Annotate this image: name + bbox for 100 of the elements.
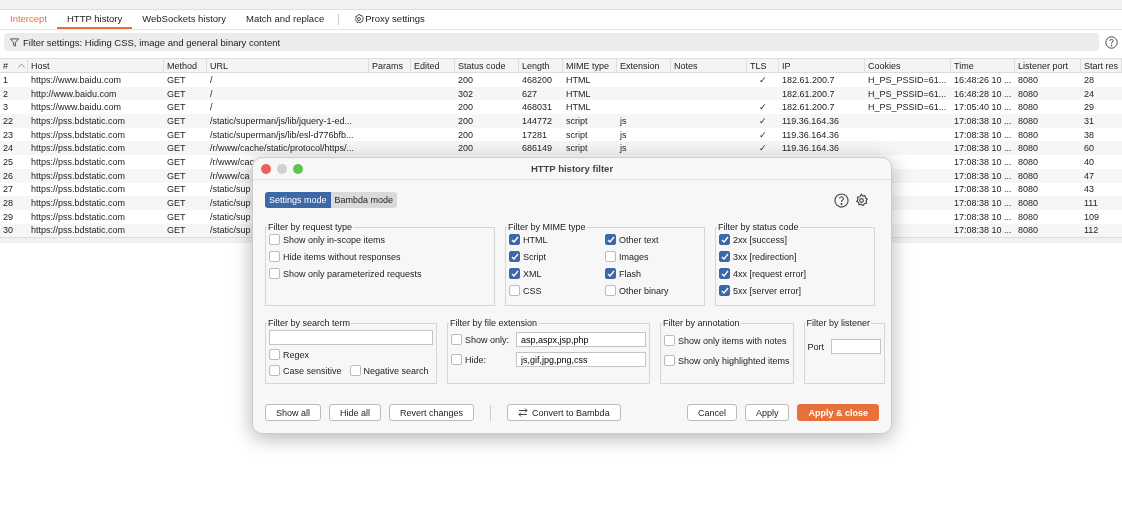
- mode-tab[interactable]: Bambda mode: [330, 192, 398, 208]
- checkbox[interactable]: [719, 234, 730, 245]
- table-cell: 8080: [1018, 74, 1039, 85]
- table-cell: 302: [458, 88, 474, 99]
- checkbox[interactable]: [451, 354, 462, 365]
- column-header[interactable]: IP: [779, 59, 865, 72]
- table-cell: GET: [167, 184, 186, 195]
- convert-button[interactable]: Convert to Bambda: [507, 404, 621, 421]
- column-header[interactable]: Time: [951, 59, 1015, 72]
- search-field[interactable]: [269, 330, 433, 345]
- help-icon[interactable]: [1105, 35, 1118, 49]
- table-cell: 8080: [1018, 102, 1039, 113]
- column-header[interactable]: Params: [369, 59, 411, 72]
- dialog-button[interactable]: Apply: [744, 404, 790, 421]
- column-header[interactable]: Extension: [617, 59, 671, 72]
- settings-icon[interactable]: [353, 12, 366, 25]
- port-field[interactable]: [831, 339, 882, 354]
- checkbox[interactable]: [605, 285, 616, 296]
- checkbox[interactable]: [269, 268, 280, 279]
- checkbox-label: Other binary: [619, 285, 669, 296]
- column-header[interactable]: #: [0, 59, 28, 72]
- table-cell: 3: [3, 102, 8, 113]
- column-header[interactable]: Edited: [411, 59, 455, 72]
- table-cell: 8080: [1018, 156, 1039, 167]
- column-header[interactable]: MIME type: [563, 59, 617, 72]
- checkbox[interactable]: [509, 268, 520, 279]
- dialog-button[interactable]: Cancel: [686, 404, 737, 421]
- column-header[interactable]: Listener port: [1015, 59, 1081, 72]
- table-cell: https://pss.bdstatic.com: [31, 129, 126, 140]
- checkbox[interactable]: [509, 285, 520, 296]
- table-cell: 182.61.200.7: [782, 102, 835, 113]
- column-header[interactable]: Status code: [455, 59, 519, 72]
- settings-link[interactable]: Proxy settings: [343, 10, 435, 29]
- checkbox[interactable]: [605, 268, 616, 279]
- settings-icon[interactable]: [854, 192, 869, 208]
- checkbox-label: CSS: [523, 285, 542, 296]
- checkbox[interactable]: [605, 251, 616, 262]
- checkbox[interactable]: [719, 251, 730, 262]
- table-cell: 200: [458, 74, 474, 85]
- column-header[interactable]: Notes: [671, 59, 747, 72]
- tab[interactable]: WebSockets history: [132, 10, 236, 29]
- table-cell: GET: [167, 211, 186, 222]
- minimize-button[interactable]: [277, 163, 287, 174]
- table-cell: 8080: [1018, 129, 1039, 140]
- column-header[interactable]: Start res: [1081, 59, 1122, 72]
- checkbox[interactable]: [509, 234, 520, 245]
- filter-bar[interactable]: Filter settings: Hiding CSS, image and general binary content: [4, 33, 1099, 51]
- table-cell: https://pss.bdstatic.com: [31, 170, 126, 181]
- checkbox[interactable]: [269, 234, 280, 245]
- table-cell: js: [620, 115, 627, 126]
- column-header[interactable]: Cookies: [865, 59, 951, 72]
- checkbox-label: Script: [523, 251, 546, 262]
- table-cell: GET: [167, 74, 186, 85]
- checkbox[interactable]: [349, 365, 361, 376]
- zoom-button[interactable]: [293, 163, 303, 174]
- column-header[interactable]: Host: [28, 59, 164, 72]
- table-cell: 8080: [1018, 225, 1039, 236]
- table-cell: 17:08:38 10 ...: [954, 143, 1012, 154]
- checkbox[interactable]: [509, 251, 520, 262]
- column-header[interactable]: Length: [519, 59, 563, 72]
- checkbox[interactable]: [269, 251, 280, 262]
- mode-tab[interactable]: Settings mode: [265, 192, 331, 208]
- table-cell: 8080: [1018, 184, 1039, 195]
- column-header[interactable]: Method: [164, 59, 207, 72]
- checkbox-label: XML: [523, 268, 542, 279]
- checkbox[interactable]: [664, 335, 675, 346]
- table-cell: 26: [3, 170, 13, 181]
- table-cell: 112: [1084, 225, 1099, 236]
- checkbox[interactable]: [451, 334, 462, 345]
- tab[interactable]: HTTP history: [56, 10, 133, 29]
- table-cell: 17:08:38 10 ...: [954, 184, 1012, 195]
- tab[interactable]: Match and replace: [236, 10, 335, 29]
- help-icon[interactable]: [834, 192, 849, 208]
- table-cell: 16:48:28 10 ...: [954, 88, 1012, 99]
- table-cell: 22: [3, 115, 13, 126]
- checkbox[interactable]: [269, 365, 280, 376]
- table-cell: 119.36.164.36: [782, 129, 839, 140]
- table-cell: 1: [3, 74, 8, 85]
- table-cell: HTML: [566, 74, 591, 85]
- extension-field[interactable]: js,gif,jpg,png,css: [516, 352, 646, 367]
- close-button[interactable]: [261, 163, 271, 174]
- dialog-button[interactable]: Revert changes: [389, 404, 475, 421]
- table-cell: 17:08:38 10 ...: [954, 156, 1012, 167]
- table-cell: 8080: [1018, 143, 1039, 154]
- table-cell: /static/sup: [210, 211, 251, 222]
- dialog-button[interactable]: Hide all: [329, 404, 382, 421]
- checkbox[interactable]: [605, 234, 616, 245]
- checkbox-label: Hide items without responses: [283, 251, 401, 262]
- table-cell: 28: [1084, 74, 1094, 85]
- column-header[interactable]: URL: [207, 59, 369, 72]
- checkbox[interactable]: [719, 285, 730, 296]
- column-header[interactable]: TLS: [747, 59, 779, 72]
- table-cell: ✓: [759, 143, 767, 154]
- extension-field[interactable]: asp,aspx,jsp,php: [516, 332, 646, 347]
- table-cell: HTML: [566, 102, 591, 113]
- checkbox[interactable]: [269, 349, 280, 360]
- checkbox[interactable]: [719, 268, 730, 279]
- dialog-button[interactable]: Show all: [265, 404, 322, 421]
- checkbox[interactable]: [664, 355, 675, 366]
- table-cell: GET: [167, 225, 186, 236]
